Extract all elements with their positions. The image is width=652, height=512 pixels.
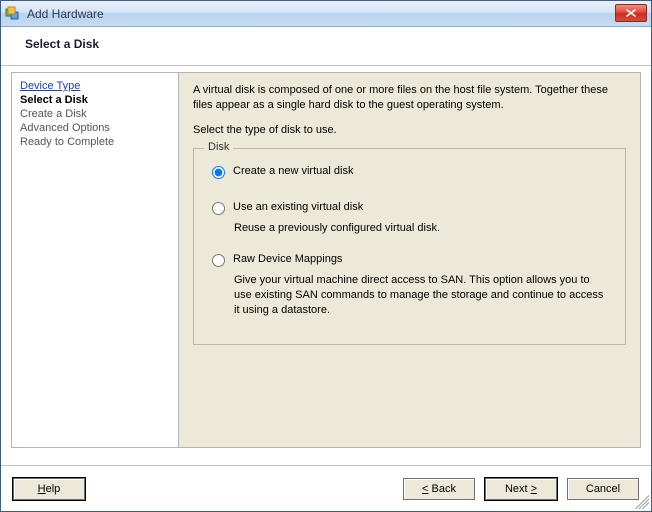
radio-row-use-existing[interactable]: Use an existing virtual disk xyxy=(210,201,609,215)
wizard-main-panel: A virtual disk is composed of one or mor… xyxy=(179,72,641,448)
help-button[interactable]: Help xyxy=(13,478,85,500)
window-title: Add Hardware xyxy=(27,7,104,21)
next-button-label: Next xyxy=(505,483,528,495)
disk-groupbox-legend: Disk xyxy=(204,141,233,153)
dialog-window: Add Hardware Select a Disk Device Type S… xyxy=(0,0,652,512)
app-icon xyxy=(5,6,21,22)
sidebar-item-device-type[interactable]: Device Type xyxy=(12,79,178,93)
radio-create-new[interactable] xyxy=(212,166,225,179)
radio-use-existing[interactable] xyxy=(212,202,225,215)
wizard-header: Select a Disk xyxy=(1,27,651,66)
resize-grip[interactable] xyxy=(635,495,649,509)
wizard-body: Device Type Select a Disk Create a Disk … xyxy=(1,66,651,454)
close-button[interactable] xyxy=(615,4,647,22)
radio-label-create-new: Create a new virtual disk xyxy=(233,165,353,177)
radio-label-use-existing: Use an existing virtual disk xyxy=(233,201,363,213)
cancel-button[interactable]: Cancel xyxy=(567,478,639,500)
radio-raw-device[interactable] xyxy=(212,254,225,267)
help-button-label: elp xyxy=(46,483,61,495)
next-button[interactable]: Next > xyxy=(485,478,557,500)
back-button-label: Back xyxy=(432,483,456,495)
desc-raw-device: Give your virtual machine direct access … xyxy=(234,273,609,318)
titlebar[interactable]: Add Hardware xyxy=(1,1,651,27)
back-button[interactable]: < Back xyxy=(403,478,475,500)
radio-row-raw-device[interactable]: Raw Device Mappings xyxy=(210,253,609,267)
page-title: Select a Disk xyxy=(25,37,637,51)
sidebar-item-advanced-options[interactable]: Advanced Options xyxy=(12,121,178,135)
sidebar-item-ready-to-complete[interactable]: Ready to Complete xyxy=(12,135,178,149)
disk-groupbox: Disk Create a new virtual disk Use an ex… xyxy=(193,148,626,345)
wizard-footer: Help < Back Next > Cancel xyxy=(1,465,651,511)
intro-text: A virtual disk is composed of one or mor… xyxy=(193,83,626,113)
desc-use-existing: Reuse a previously configured virtual di… xyxy=(234,221,609,236)
sidebar-item-create-a-disk[interactable]: Create a Disk xyxy=(12,107,178,121)
prompt-text: Select the type of disk to use. xyxy=(193,123,626,138)
radio-row-create-new[interactable]: Create a new virtual disk xyxy=(210,165,609,179)
radio-label-raw-device: Raw Device Mappings xyxy=(233,253,342,265)
sidebar-item-select-a-disk[interactable]: Select a Disk xyxy=(12,93,178,107)
wizard-steps-sidebar: Device Type Select a Disk Create a Disk … xyxy=(11,72,179,448)
